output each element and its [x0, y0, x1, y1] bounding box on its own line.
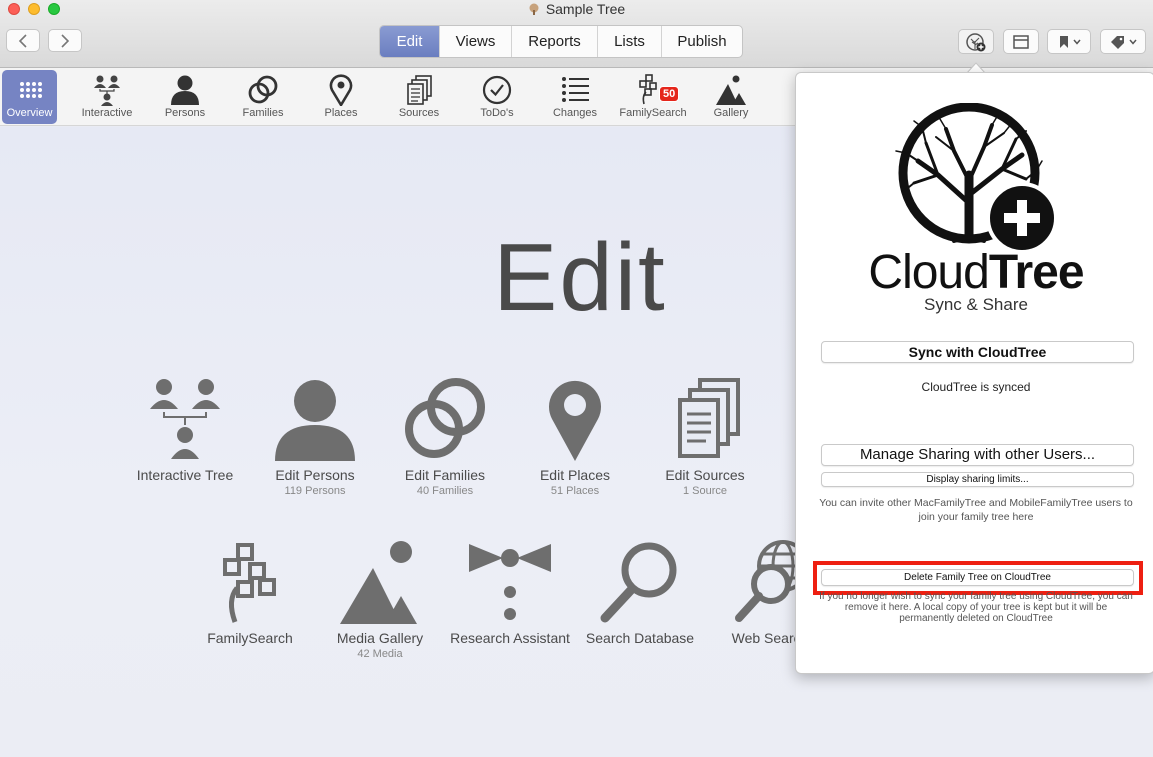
display-sharing-limits-button[interactable]: Display sharing limits... [821, 472, 1134, 487]
toolbar-label: Persons [164, 107, 206, 119]
check-circle-icon [482, 75, 512, 105]
tile-label: Edit Families [404, 467, 486, 483]
toolbar-item-gallery[interactable]: Gallery [695, 70, 767, 124]
familysearch-badge: 50 [659, 86, 680, 102]
tile-research-assistant[interactable]: Research Assistant [445, 540, 575, 646]
pin-icon [549, 380, 601, 461]
tile-label: Edit Persons [275, 467, 355, 483]
interactive-tree-icon [150, 379, 220, 459]
tile-label: Research Assistant [450, 630, 570, 646]
brand-bold: Tree [988, 246, 1085, 299]
magnifier-icon [600, 542, 677, 623]
mountain-icon [340, 541, 417, 624]
toolbar-item-changes[interactable]: Changes [539, 70, 611, 124]
tile-media-gallery[interactable]: Media Gallery 42 Media [315, 540, 445, 660]
title-bar: Sample Tree Edit Views Reports Lists Pub… [0, 0, 1153, 68]
familysearch-icon [223, 543, 276, 623]
window-title: Sample Tree [0, 1, 1153, 17]
chevron-down-icon [1128, 39, 1137, 45]
cloudtree-tagline: Sync & Share [924, 295, 1028, 314]
tags-button[interactable] [1100, 29, 1146, 54]
tile-edit-places[interactable]: Edit Places 51 Places [510, 377, 640, 497]
mode-segmented-control: Edit Views Reports Lists Publish [379, 25, 743, 58]
rings-icon [405, 378, 485, 458]
brand-light: Cloud [868, 246, 989, 299]
documents-icon [407, 75, 432, 105]
documents-icon [678, 378, 740, 458]
delete-description: If you no longer wish to sync your famil… [819, 591, 1133, 624]
toolbar-label: Gallery [713, 107, 749, 119]
forward-button[interactable] [48, 29, 82, 52]
chevron-left-icon [18, 33, 27, 48]
toolbar-label: Places [324, 107, 358, 119]
tile-label: FamilySearch [207, 630, 293, 646]
layout-button[interactable] [1003, 29, 1039, 54]
window-layout-icon [1013, 34, 1029, 49]
tile-edit-families[interactable]: Edit Families 40 Families [380, 377, 510, 497]
tile-label: Edit Places [539, 467, 611, 483]
manage-sharing-button[interactable]: Manage Sharing with other Users... [821, 444, 1134, 466]
page-title: Edit [493, 224, 667, 331]
window-title-text: Sample Tree [545, 1, 626, 17]
tile-familysearch[interactable]: FamilySearch [185, 540, 315, 646]
bookmarks-button[interactable] [1047, 29, 1091, 54]
tile-count: 1 Source [682, 485, 728, 497]
toolbar-label: ToDo's [480, 107, 514, 119]
person-icon [171, 75, 199, 105]
toolbar-item-overview[interactable]: Overview [2, 70, 57, 124]
bookmark-icon [1059, 35, 1068, 48]
tree-document-icon [529, 3, 539, 15]
list-icon [562, 77, 589, 102]
tile-count: 40 Families [416, 485, 474, 497]
cloudtree-wordmark: CloudTree [796, 245, 1153, 300]
toolbar-item-todos[interactable]: ToDo's [461, 70, 533, 124]
tile-count: 119 Persons [284, 485, 346, 497]
toolbar-label: FamilySearch [619, 107, 687, 119]
tab-views[interactable]: Views [440, 26, 512, 57]
toolbar-label: Overview [6, 107, 53, 119]
bowtie-icon [469, 544, 551, 620]
delete-family-tree-button[interactable]: Delete Family Tree on CloudTree [821, 569, 1134, 586]
toolbar-item-families[interactable]: Families [227, 70, 299, 124]
toolbar-item-interactive[interactable]: Interactive [71, 70, 143, 124]
tile-label: Interactive Tree [136, 467, 234, 483]
toolbar-item-places[interactable]: Places [305, 70, 377, 124]
rings-icon [248, 75, 278, 104]
tag-icon [1110, 35, 1124, 49]
tab-edit[interactable]: Edit [380, 26, 440, 57]
toolbar-item-persons[interactable]: Persons [149, 70, 221, 124]
tab-publish[interactable]: Publish [662, 26, 742, 57]
sync-with-cloudtree-button[interactable]: Sync with CloudTree [821, 341, 1134, 363]
sync-status: CloudTree is synced [921, 380, 1031, 394]
mountain-icon [716, 75, 746, 105]
back-button[interactable] [6, 29, 40, 52]
tile-interactive-tree[interactable]: Interactive Tree [120, 377, 250, 483]
chevron-down-icon [1072, 39, 1081, 45]
grid-icon [19, 82, 42, 98]
toolbar-item-familysearch[interactable]: 50 FamilySearch [617, 70, 689, 124]
person-icon [275, 380, 355, 461]
cloudtree-popover: CloudTree Sync & Share Sync with CloudTr… [795, 72, 1153, 674]
tile-label: Search Database [585, 630, 695, 646]
tile-search-database[interactable]: Search Database [575, 540, 705, 646]
toolbar-label: Families [242, 107, 284, 119]
toolbar-label: Sources [398, 107, 440, 119]
toolbar-label: Interactive [81, 107, 133, 119]
tab-lists[interactable]: Lists [598, 26, 662, 57]
tile-count: 42 Media [357, 648, 403, 660]
tile-count: 51 Places [550, 485, 600, 497]
interactive-tree-icon [94, 75, 120, 106]
cloudtree-button[interactable] [958, 29, 994, 54]
chevron-right-icon [61, 33, 70, 48]
tile-edit-persons[interactable]: Edit Persons 119 Persons [250, 377, 380, 497]
toolbar-label: Changes [552, 107, 598, 119]
tile-label: Edit Sources [665, 467, 745, 483]
pin-icon [329, 74, 353, 106]
tile-label: Media Gallery [336, 630, 424, 646]
invite-description: You can invite other MacFamilyTree and M… [819, 497, 1133, 523]
cloudtree-icon [966, 32, 986, 51]
tab-reports[interactable]: Reports [512, 26, 598, 57]
toolbar-item-sources[interactable]: Sources [383, 70, 455, 124]
tile-edit-sources[interactable]: Edit Sources 1 Source [640, 377, 770, 497]
